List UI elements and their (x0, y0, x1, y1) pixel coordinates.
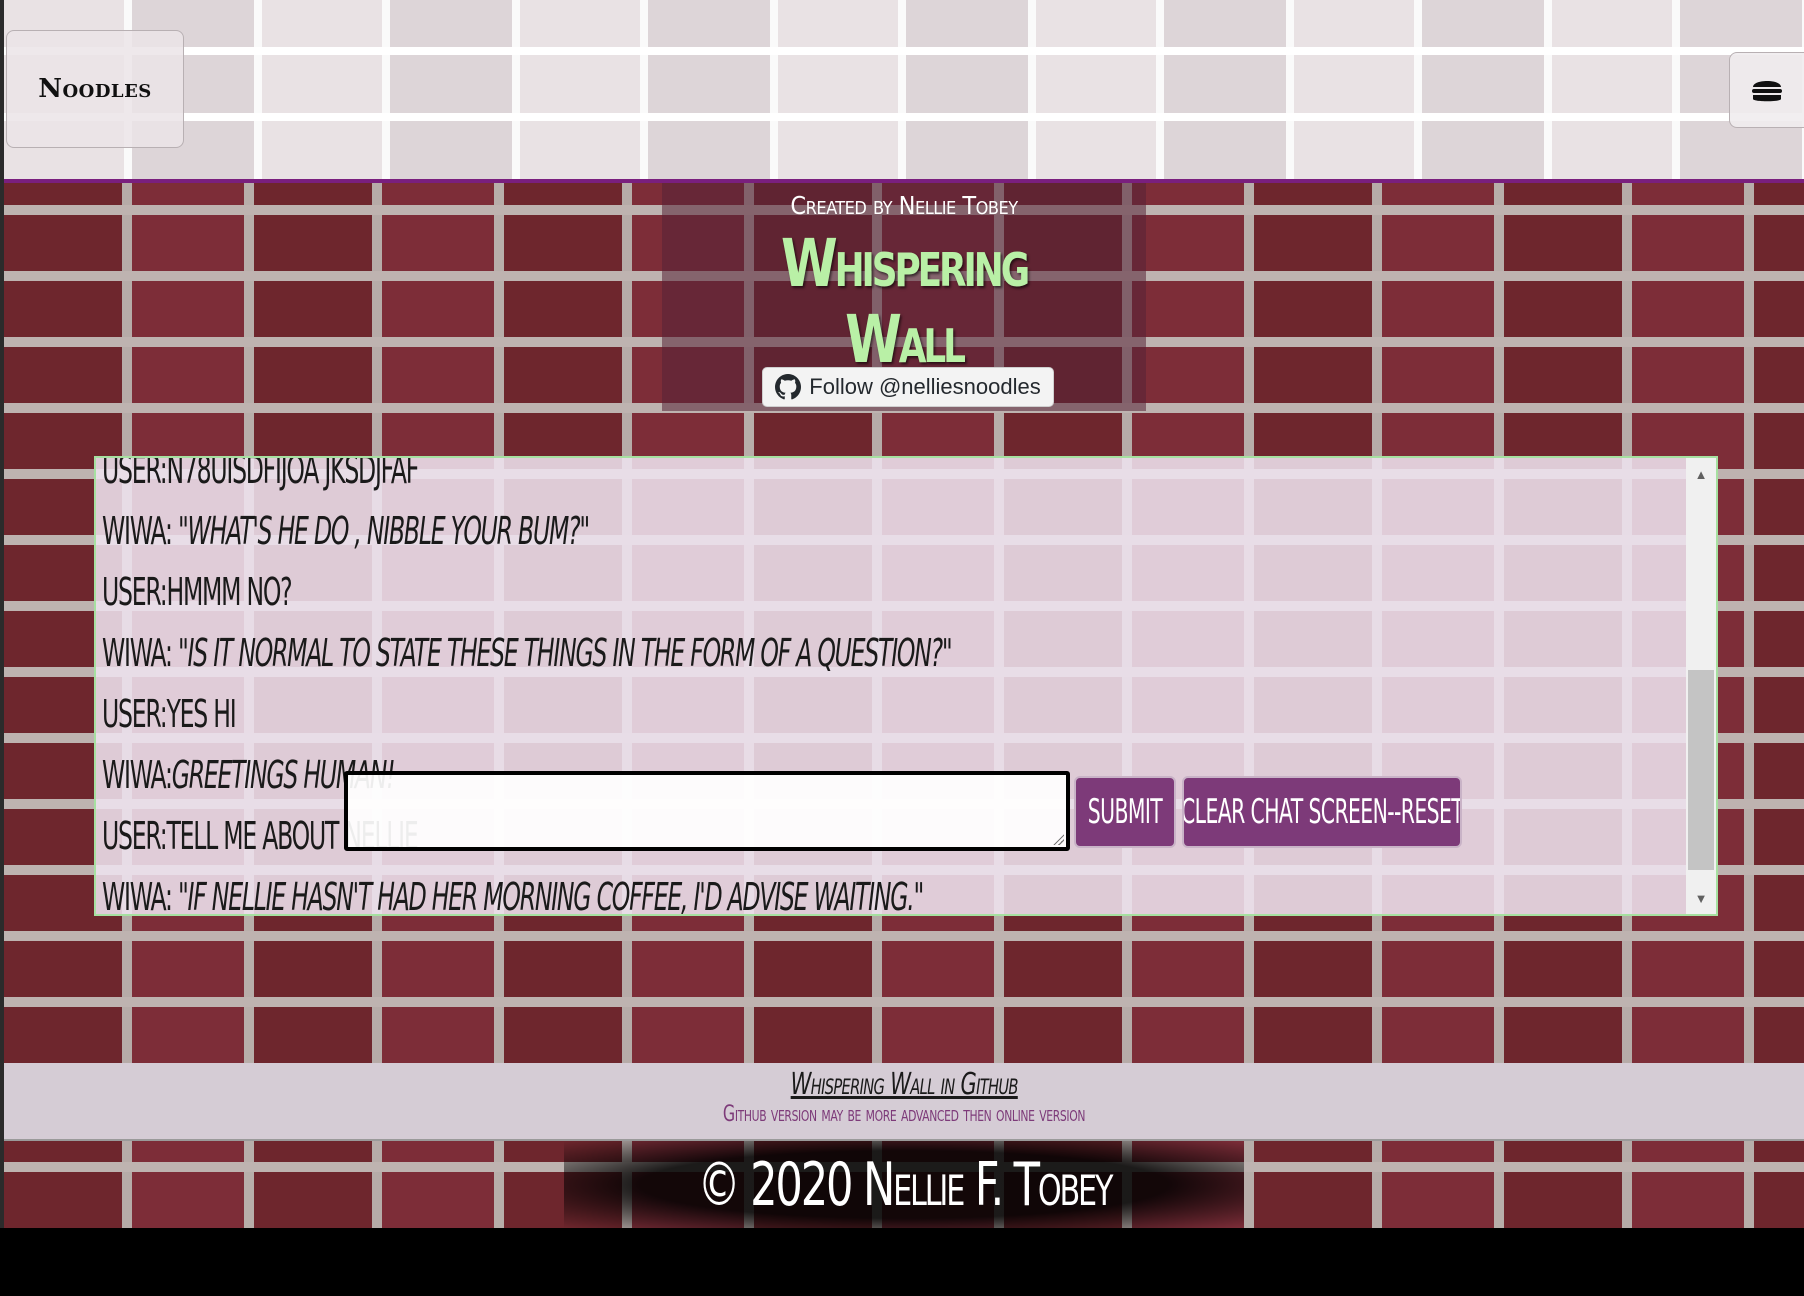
github-version-note: Github version may be more advanced then… (722, 1102, 1086, 1127)
github-repo-link[interactable]: Whispering Wall in Github (790, 1067, 1018, 1102)
site-title: Whispering Wall (780, 225, 1030, 378)
chat-line: WIWA: "If Nellie hasn't had her morning … (102, 875, 924, 916)
menu-toggle-button[interactable] (1729, 52, 1804, 128)
header-panel: Created by Nellie Tobey Whispering Wall … (662, 183, 1146, 412)
navbar: Noodles (4, 0, 1804, 183)
scroll-up-arrow-icon[interactable]: ▲ (1686, 462, 1716, 486)
chat-line: WIWA: "Is it normal to state these thing… (102, 631, 953, 675)
clear-chat-button[interactable]: Clear chat screen--reset (1182, 776, 1462, 848)
footer-links: Whispering Wall in Github Github version… (4, 1063, 1804, 1141)
copyright-band: © 2020 Nellie F. Tobey (4, 1141, 1804, 1228)
submit-button[interactable]: Submit (1074, 776, 1176, 848)
chat-line: USER:yes hi (102, 692, 237, 736)
bottom-blank-area (0, 1228, 1804, 1296)
github-follow-button[interactable]: Follow @nelliesnoodles (762, 367, 1054, 407)
scroll-thumb[interactable] (1688, 670, 1714, 870)
chat-input[interactable] (344, 771, 1070, 851)
main-area: Created by Nellie Tobey Whispering Wall … (4, 183, 1804, 1063)
github-follow-label: Follow @nelliesnoodles (809, 374, 1041, 399)
brand-link[interactable]: Noodles (6, 30, 184, 148)
hamburger-icon (1752, 81, 1782, 102)
scroll-down-arrow-icon[interactable]: ▼ (1686, 886, 1716, 910)
github-icon (775, 374, 802, 400)
creator-credit: Created by Nellie Tobey (790, 191, 1018, 220)
resize-grip-icon[interactable] (1052, 833, 1064, 845)
copyright-backdrop: © 2020 Nellie F. Tobey (564, 1141, 1244, 1228)
copyright-text: © 2020 Nellie F. Tobey (697, 1149, 1113, 1220)
page: Noodles Created by Nellie Tobey Whisperi… (0, 0, 1804, 1296)
chat-line: USER:hmmm no? (102, 570, 293, 614)
chat-line: USER:N78UISDFIJOA JKSDJFAF (102, 456, 419, 492)
chat-line: WIWA: "What's he do , nibble your bum?" (102, 509, 590, 553)
chat-scrollbar[interactable]: ▲ ▼ (1686, 458, 1716, 914)
